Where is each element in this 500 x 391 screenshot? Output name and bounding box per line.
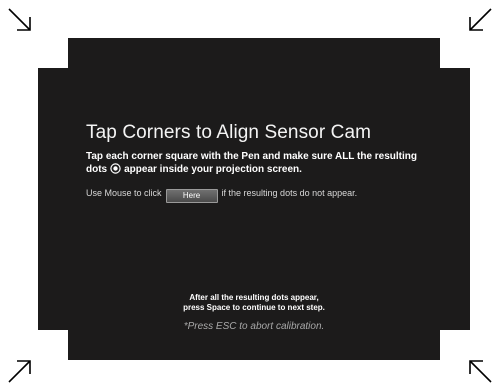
instructions-panel: Tap Corners to Align Sensor Cam Tap each…: [86, 122, 456, 203]
arrow-down-right-icon: [6, 6, 34, 34]
page-title: Tap Corners to Align Sensor Cam: [86, 122, 372, 143]
corner-square-top-right[interactable]: [440, 38, 470, 68]
instructions-line-2-start: dots: [86, 164, 108, 175]
corner-square-top-left[interactable]: [38, 38, 68, 68]
footer-line-2: press Space to continue to next step.: [183, 303, 325, 312]
esc-abort-note: *Press ESC to abort calibration.: [183, 321, 325, 332]
arrow-down-left-icon: [466, 6, 494, 34]
arrow-up-right-icon: [6, 357, 34, 385]
instructions-line-2-end: appear inside your projection screen.: [124, 164, 302, 175]
mouse-row-prefix: Use Mouse to click: [86, 188, 162, 198]
corner-square-bottom-right[interactable]: [440, 330, 470, 360]
arrow-up-left-icon: [466, 357, 494, 385]
footer: After all the resulting dots appear, pre…: [38, 293, 470, 333]
calibration-screen: Tap Corners to Align Sensor Cam Tap each…: [38, 38, 470, 360]
mouse-fallback-row: Use Mouse to click Here if the resulting d…: [86, 186, 456, 203]
target-dot-icon: [110, 163, 121, 174]
mouse-row-suffix: if the resulting dots do not appear.: [221, 188, 358, 198]
corner-square-bottom-left[interactable]: [38, 330, 68, 360]
instructions-text: Tap each corner square with the Pen and …: [86, 150, 456, 176]
instructions-line-1: Tap each corner square with the Pen and …: [86, 151, 418, 162]
here-button[interactable]: Here: [165, 189, 218, 203]
footer-line-1: After all the resulting dots appear,: [189, 293, 319, 302]
